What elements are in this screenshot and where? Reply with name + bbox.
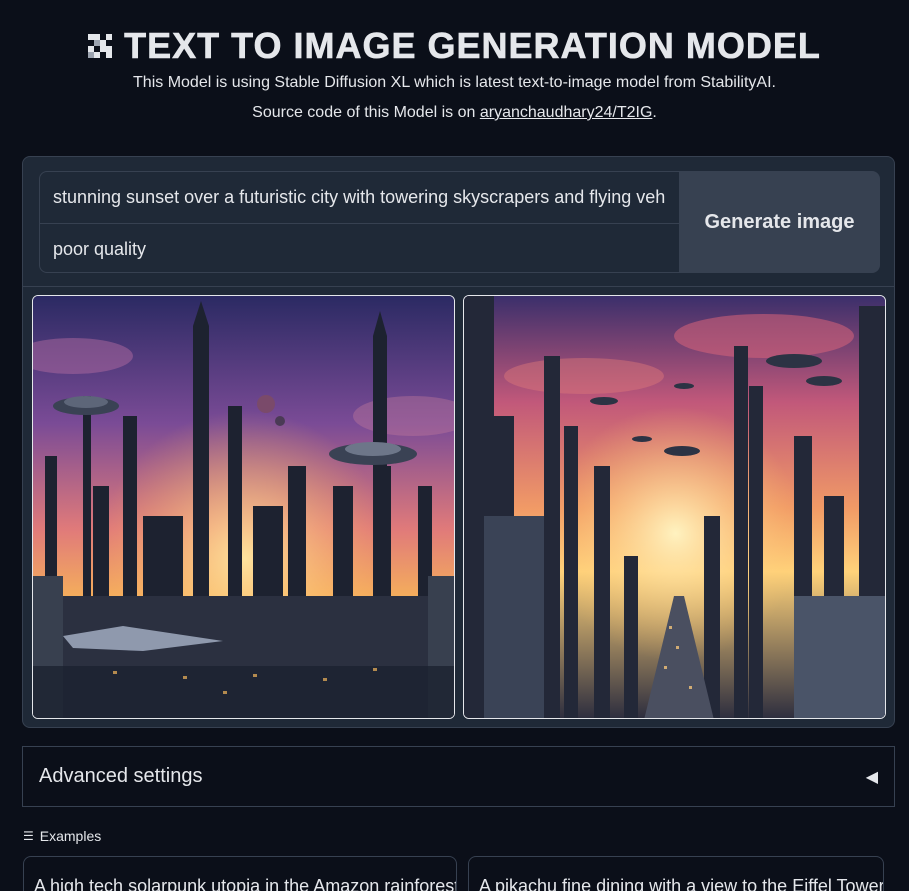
- source-suffix: .: [652, 104, 657, 121]
- generate-image-button[interactable]: Generate image: [679, 171, 880, 273]
- generation-panel: Generate image: [22, 156, 895, 728]
- prompt-input[interactable]: [53, 187, 666, 208]
- pixel-grid-icon: [88, 34, 113, 58]
- collapse-arrow-icon[interactable]: ◀: [866, 767, 878, 787]
- source-prefix: Source code of this Model is on: [252, 104, 480, 121]
- page-subtitle: This Model is using Stable Diffusion XL …: [133, 74, 776, 91]
- negative-prompt-field[interactable]: [40, 223, 679, 272]
- source-line: Source code of this Model is on aryancha…: [0, 102, 909, 124]
- negative-prompt-input[interactable]: [53, 238, 666, 260]
- list-icon: ☰: [23, 829, 34, 843]
- generated-image-2: [464, 296, 885, 718]
- title-row: TEXT TO IMAGE GENERATION MODEL: [0, 25, 909, 67]
- examples-header: ☰ Examples: [23, 828, 101, 844]
- page-title: TEXT TO IMAGE GENERATION MODEL: [124, 25, 821, 67]
- panel-divider: [23, 286, 894, 287]
- example-button-2[interactable]: A pikachu fine dining with a view to the…: [468, 856, 884, 891]
- example-button-1[interactable]: A high tech solarpunk utopia in the Amaz…: [23, 856, 457, 891]
- advanced-settings-label: Advanced settings: [39, 765, 203, 787]
- generated-image-1: [33, 296, 454, 718]
- prompt-inputs: [39, 171, 680, 273]
- advanced-settings-accordion[interactable]: Advanced settings ◀: [22, 746, 895, 807]
- gallery-image-2[interactable]: [463, 295, 886, 719]
- page-header: TEXT TO IMAGE GENERATION MODEL This Mode…: [0, 25, 909, 124]
- examples-label: Examples: [39, 828, 102, 844]
- source-code-link[interactable]: aryanchaudhary24/T2IG: [480, 104, 653, 121]
- prompt-field[interactable]: [40, 172, 679, 223]
- gallery-image-1[interactable]: [32, 295, 455, 719]
